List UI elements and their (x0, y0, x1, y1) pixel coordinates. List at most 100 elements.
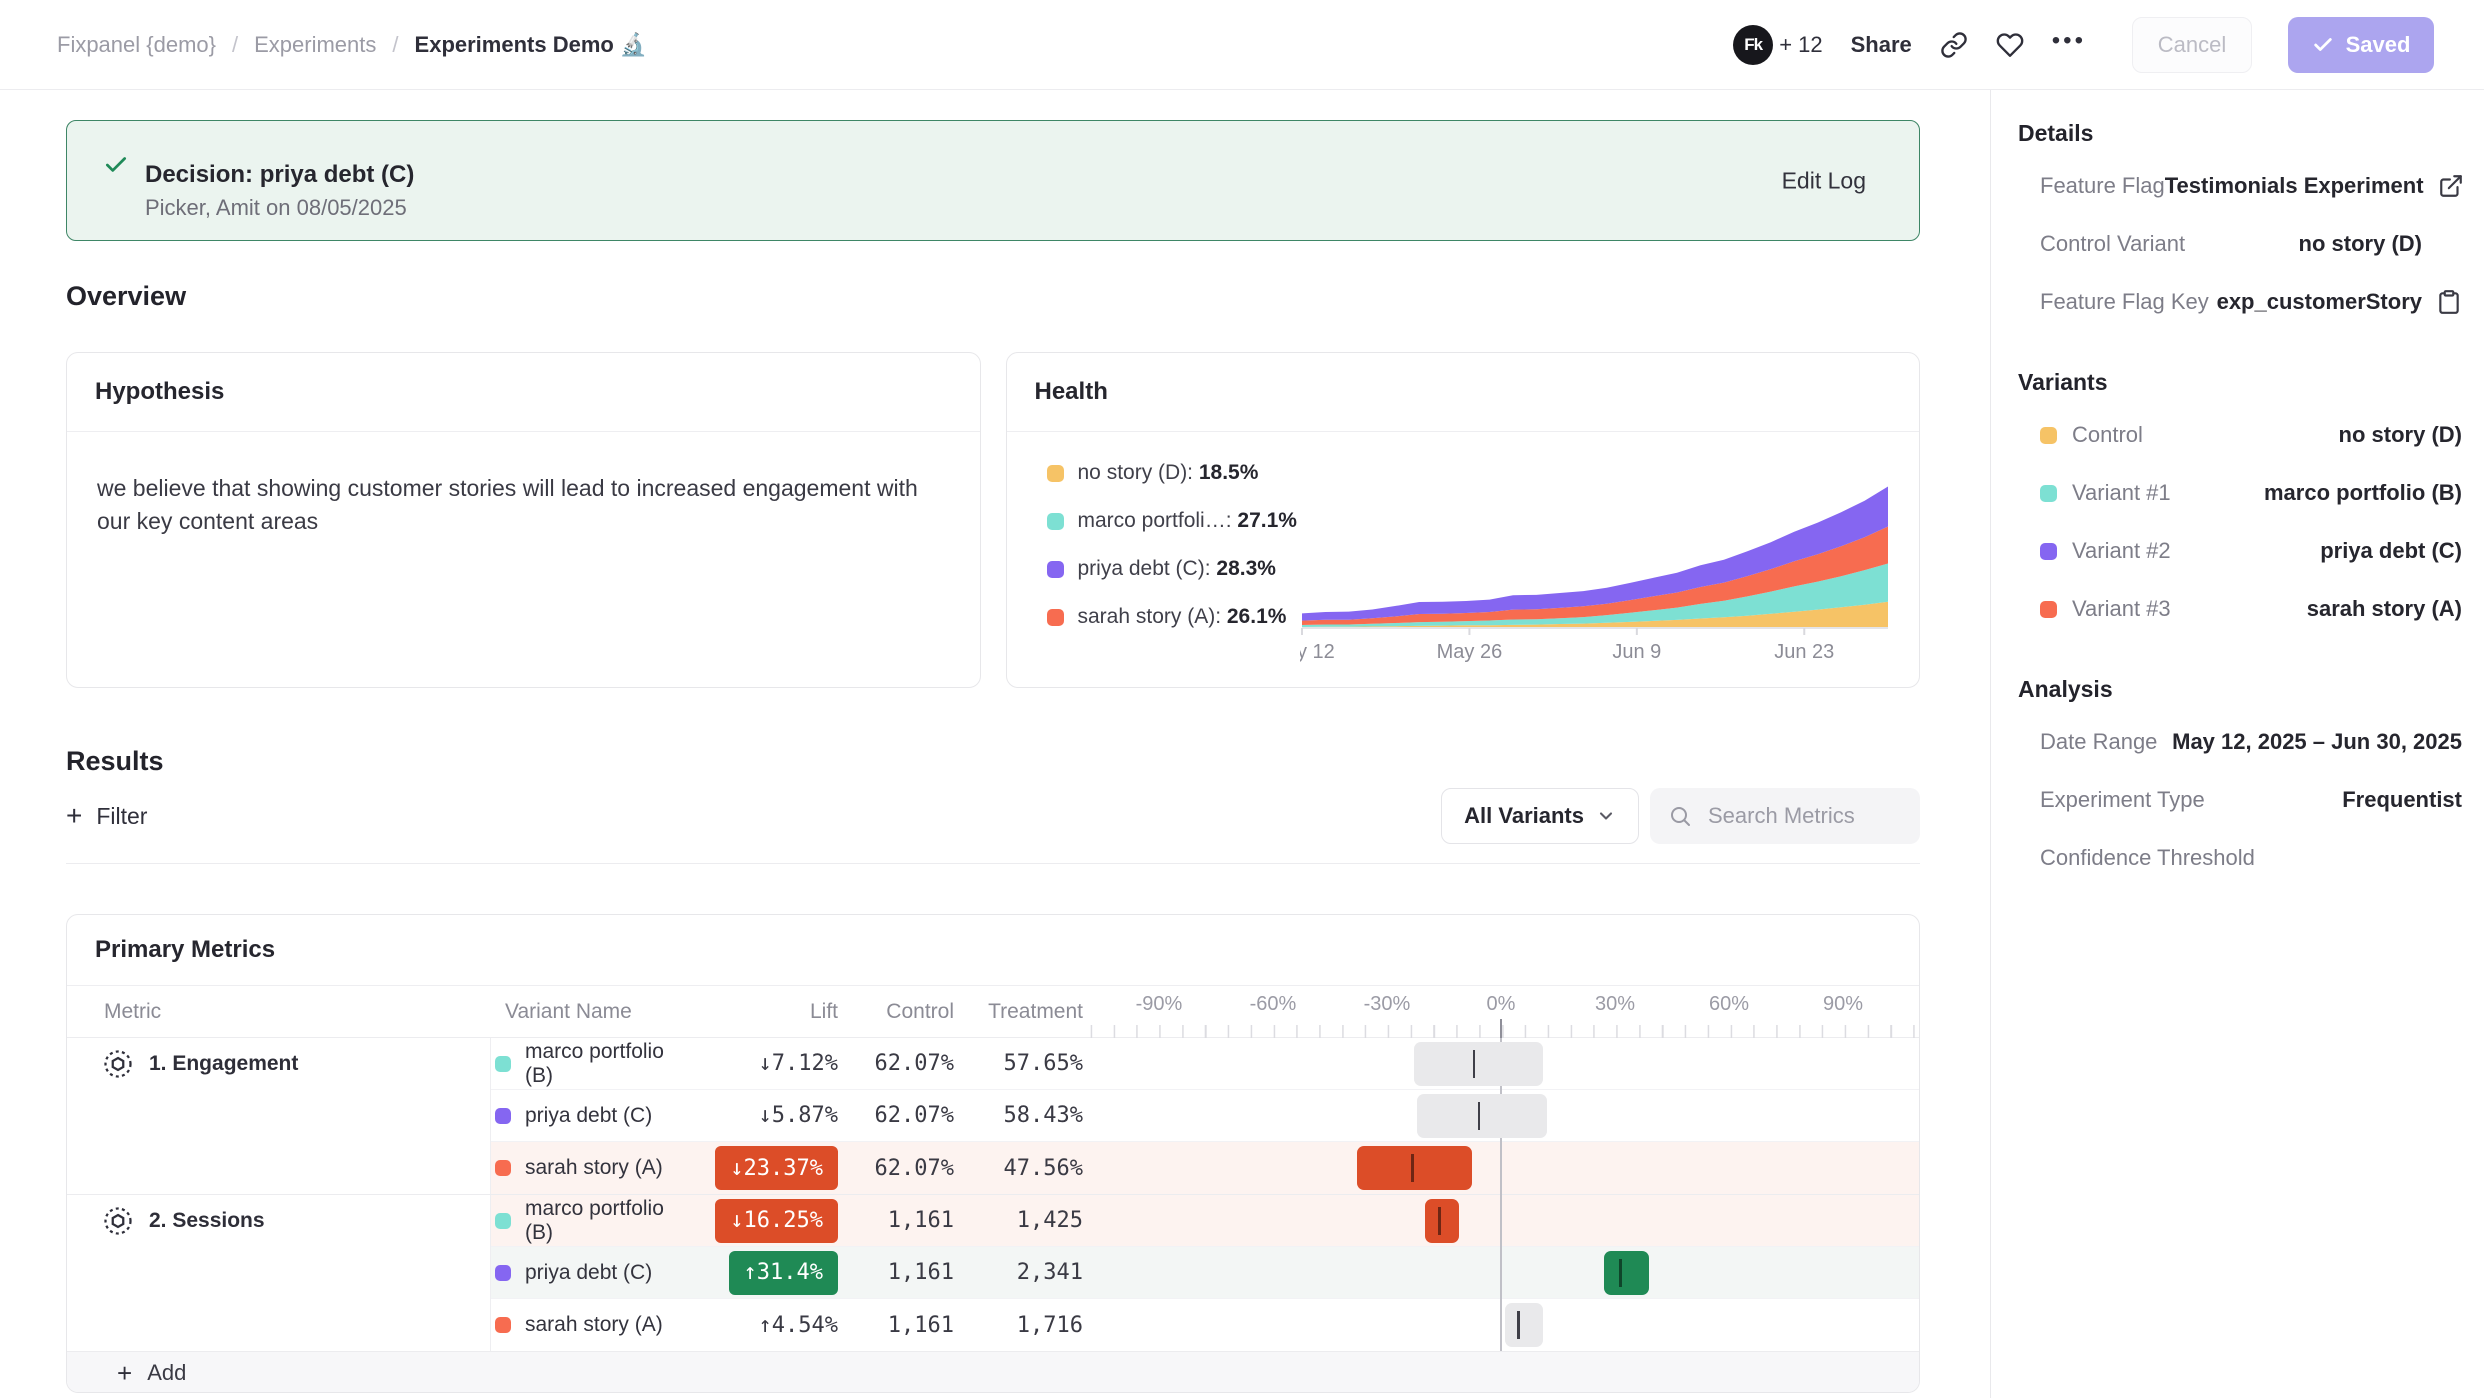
x-axis-label: Jun 23 (1774, 641, 1834, 663)
top-bar: Fixpanel {demo} / Experiments / Experiments … (0, 0, 2484, 90)
search-metrics-box (1650, 788, 1920, 844)
breadcrumb-item[interactable]: Experiments Demo 🔬 (415, 32, 648, 58)
breadcrumb-item[interactable]: Fixpanel {demo} (57, 32, 216, 58)
variants-dropdown-label: All Variants (1464, 803, 1584, 829)
x-axis-label: May 26 (1436, 641, 1502, 663)
variant-swatch (495, 1317, 511, 1333)
search-metrics-input[interactable] (1706, 802, 1902, 830)
variant-cell: marco portfolio (B) (491, 1197, 683, 1245)
overview-heading: Overview (66, 281, 1920, 311)
confidence-interval-bar[interactable] (1425, 1199, 1459, 1243)
row-value: May 12, 2025 – Jun 30, 2025 (2172, 729, 2462, 755)
decision-check-icon (103, 152, 129, 178)
share-button[interactable]: Share (1851, 32, 1912, 58)
breadcrumb-item[interactable]: Experiments (254, 32, 376, 58)
table-row[interactable]: priya debt (C)↓5.87%62.07%58.43% (491, 1090, 1919, 1142)
row-value: exp_customerStory (2217, 289, 2422, 315)
confidence-interval-bar[interactable] (1357, 1146, 1473, 1190)
avatar[interactable]: Fk (1733, 25, 1773, 65)
variants-dropdown[interactable]: All Variants (1441, 788, 1639, 844)
legend-swatch (1047, 561, 1064, 578)
col-lift: Lift (683, 1000, 838, 1024)
decision-subtitle: Picker, Amit on 08/05/2025 (145, 192, 414, 224)
legend-swatch (1047, 609, 1064, 626)
row-label: Date Range (2040, 729, 2157, 755)
external-link-icon[interactable] (2438, 173, 2464, 199)
variant-swatch (495, 1056, 511, 1072)
variant-swatch (495, 1108, 511, 1124)
hypothesis-title: Hypothesis (95, 378, 224, 406)
variant-cell: sarah story (A) (491, 1313, 683, 1337)
main-content: Decision: priya debt (C) Picker, Amit on… (0, 90, 1990, 1398)
legend-item: marco portfoli…: 27.1% (1047, 506, 1297, 536)
legend-value: 28.3% (1216, 557, 1276, 580)
lift-cell: ↓23.37% (683, 1142, 838, 1194)
variant-color-swatch (2040, 543, 2057, 560)
health-title: Health (1035, 378, 1108, 406)
cancel-button[interactable]: Cancel (2132, 17, 2252, 73)
edit-log-button[interactable]: Edit Log (1782, 167, 1866, 194)
metric-group-rows: marco portfolio (B)↓7.12%62.07%57.65% pri… (491, 1038, 1919, 1194)
treatment-value: 58.43% (954, 1103, 1083, 1128)
axis-tick-label: 60% (1709, 993, 1749, 1016)
row-value: sarah story (A) (2307, 596, 2462, 622)
collaborators-count[interactable]: + 12 (1779, 32, 1822, 58)
metric-name: 1. Engagement (149, 1049, 298, 1079)
table-row[interactable]: sarah story (A)↑4.54%1,1611,716 (491, 1299, 1919, 1351)
lift-midpoint-tick (1411, 1154, 1414, 1182)
add-metric-button[interactable]: + Add (67, 1351, 1919, 1393)
clipboard-copy-icon[interactable] (2436, 289, 2462, 315)
variant-name: priya debt (C) (525, 1104, 652, 1128)
variants-section: Variants Control no story (D) Variant #1… (2006, 357, 2462, 638)
legend-item: priya debt (C): 28.3% (1047, 554, 1297, 584)
experiment-type-row: Experiment Type Frequentist (2006, 771, 2462, 829)
lift-midpoint-tick (1517, 1311, 1520, 1339)
search-icon (1668, 804, 1692, 828)
metric-cell[interactable]: 2. Sessions (67, 1195, 491, 1351)
confidence-threshold-row: Confidence Threshold (2006, 829, 2462, 887)
variant-row-1: Variant #1 marco portfolio (B) (2006, 464, 2462, 522)
legend-label: sarah story (A): 26.1% (1078, 605, 1287, 629)
lift-cell: ↓5.87% (683, 1090, 838, 1141)
axis-tick-label: 30% (1595, 993, 1635, 1016)
lift-axis: -90%-60%-30%0%30%60%90% (1083, 986, 1919, 1038)
table-row[interactable]: priya debt (C)↑31.4%1,1612,341 (491, 1247, 1919, 1299)
favorite-heart-icon[interactable] (1996, 31, 2024, 59)
date-range-row: Date Range May 12, 2025 – Jun 30, 2025 (2006, 713, 2462, 771)
breadcrumb-separator: / (392, 32, 398, 58)
metric-cell[interactable]: 1. Engagement (67, 1038, 491, 1194)
confidence-interval-cell (1083, 1090, 1919, 1141)
variant-name: priya debt (C) (525, 1261, 652, 1285)
saved-label: Saved (2346, 32, 2411, 58)
confidence-interval-bar[interactable] (1604, 1251, 1650, 1295)
row-value: priya debt (C) (2320, 538, 2462, 564)
results-heading: Results (66, 746, 1920, 776)
variant-name: sarah story (A) (525, 1313, 663, 1337)
health-card: Health no story (D): 18.5%marco portfoli… (1006, 352, 1921, 688)
check-icon (2312, 34, 2334, 56)
decision-title: Decision: priya debt (C) (145, 158, 414, 192)
decision-banner: Decision: priya debt (C) Picker, Amit on… (66, 120, 1920, 241)
breadcrumb-separator: / (232, 32, 238, 58)
metric-name: 2. Sessions (149, 1206, 265, 1236)
variant-color-swatch (2040, 427, 2057, 444)
more-menu-icon[interactable]: ••• (2052, 27, 2086, 55)
axis-tick-label: -90% (1136, 993, 1183, 1016)
table-row[interactable]: marco portfolio (B)↓7.12%62.07%57.65% (491, 1038, 1919, 1090)
details-heading: Details (2006, 108, 2462, 157)
confidence-interval-bar[interactable] (1505, 1303, 1543, 1347)
legend-label: priya debt (C): 28.3% (1078, 557, 1276, 581)
row-value[interactable]: Testimonials Experiment (2165, 173, 2424, 199)
copy-link-icon[interactable] (1940, 31, 1968, 59)
analysis-heading: Analysis (2006, 664, 2462, 713)
table-row[interactable]: sarah story (A)↓23.37%62.07%47.56% (491, 1142, 1919, 1194)
treatment-value: 2,341 (954, 1260, 1083, 1285)
feature-flag-row: Feature Flag Testimonials Experiment (2006, 157, 2462, 215)
control-value: 1,161 (838, 1208, 954, 1233)
confidence-interval-bar[interactable] (1414, 1042, 1543, 1086)
add-filter-button[interactable]: + Filter (66, 788, 147, 844)
row-label: Feature Flag Key (2040, 289, 2209, 315)
saved-button[interactable]: Saved (2288, 17, 2434, 73)
confidence-interval-bar[interactable] (1417, 1094, 1546, 1138)
table-row[interactable]: marco portfolio (B)↓16.25%1,1611,425 (491, 1195, 1919, 1247)
